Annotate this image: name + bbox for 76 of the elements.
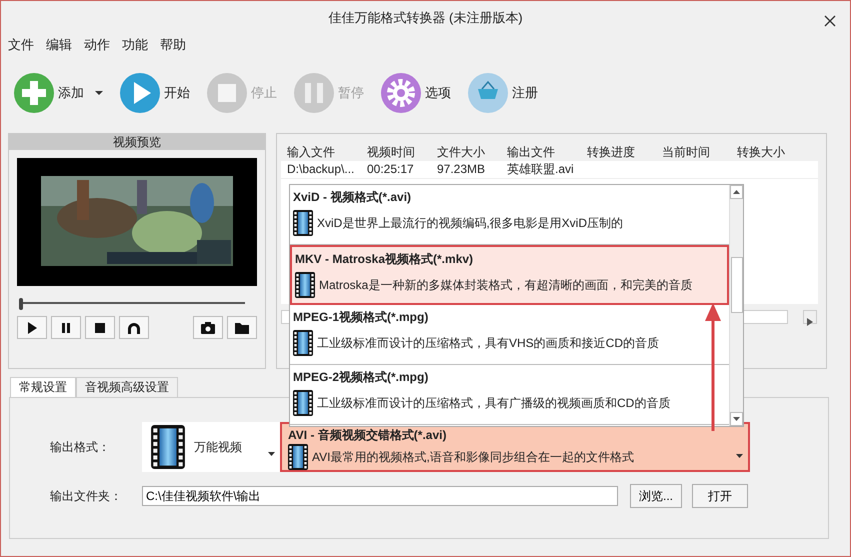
player-button[interactable] [227, 316, 257, 339]
gear-icon [380, 72, 422, 114]
table-cell-text: 00:25:17 [366, 161, 415, 178]
option-title: MPEG-2视频格式(*.mpg) [293, 369, 428, 386]
close-icon[interactable] [824, 14, 836, 27]
field-label: 输出格式： [50, 439, 111, 456]
preview-title: 视频预览 [9, 134, 265, 150]
column-header: 视频时间 [366, 144, 416, 161]
open-button[interactable]: 打开 [692, 484, 748, 508]
option-description: Matroska是一种新的多媒体封装格式，有超清晰的画面，和完美的音质 [319, 277, 692, 294]
option-description: XviD是世界上最流行的视频编码,很多电影是用XviD压制的 [317, 215, 624, 232]
option-description: 工业级标准而设计的压缩格式，具有VHS的画质和接近CD的音质 [317, 335, 660, 352]
stop-icon [206, 72, 248, 114]
down-arrow-icon [733, 417, 740, 421]
menu-item[interactable]: 文件 [8, 35, 34, 55]
film-icon [293, 210, 313, 236]
toolbar-button[interactable]: 选项 [380, 72, 451, 114]
column-header: 当前时间 [661, 144, 711, 161]
toolbar-button[interactable]: 添加 [13, 72, 103, 114]
seek-slider[interactable] [19, 298, 245, 308]
menu-item[interactable]: 功能 [122, 35, 148, 55]
table-cell-text: 英雄联盟.avi [506, 161, 575, 178]
vertical-scrollbar[interactable] [729, 185, 743, 426]
category-text: 万能视频 [194, 439, 242, 456]
camera-icon [200, 320, 216, 336]
tab[interactable]: 音视频高级设置 [76, 377, 178, 397]
up-arrow-icon [733, 190, 740, 194]
column-header: 输入文件 [286, 144, 336, 161]
format-option[interactable]: MKV - Matroska视频格式(*.mkv) Matroska是一种新的多媒体封装格式，有超清晰的画面，和完美的音质 [290, 245, 729, 305]
toolbar-button[interactable]: 注册 [467, 72, 538, 114]
table-cell-text: D:\backup\... [286, 161, 356, 178]
option-title: MPEG-1视频格式(*.mpg) [293, 309, 428, 326]
browse-button[interactable]: 浏览... [630, 484, 682, 508]
player-button[interactable] [17, 316, 47, 339]
toolbar-button[interactable]: 开始 [119, 72, 190, 114]
pause-icon [293, 72, 335, 114]
format-option[interactable]: MPEG-2视频格式(*.mpg) 工业级标准而设计的压缩格式，具有广播级的视频画质和CD的音质 [290, 365, 729, 425]
column-header: 文件大小 [436, 144, 486, 161]
format-title: AVI - 音频视频交错格式(*.avi) [288, 427, 446, 444]
scroll-down-button[interactable] [730, 412, 743, 426]
option-description: 工业级标准而设计的压缩格式，具有广播级的视频画质和CD的音质 [317, 395, 670, 412]
right-arrow-icon [807, 318, 813, 326]
format-dropdown[interactable]: AVI - 音频视频交错格式(*.avi) AVI最常用的视频格式,语音和影像同步组合在一起的文件格式 [280, 422, 750, 472]
film-icon [293, 390, 313, 416]
player-button[interactable] [51, 316, 81, 339]
option-title: XviD - 视频格式(*.avi) [293, 189, 412, 206]
menu-item[interactable]: 编辑 [46, 35, 72, 55]
scroll-right-button[interactable] [803, 310, 817, 324]
format-category-dropdown[interactable]: 万能视频 [142, 422, 280, 472]
film-icon [295, 272, 315, 298]
column-header: 输出文件 [506, 144, 556, 161]
player-button[interactable] [193, 316, 223, 339]
menu-item[interactable]: 动作 [84, 35, 110, 55]
film-icon [288, 444, 308, 470]
scroll-thumb[interactable] [731, 257, 743, 313]
player-button[interactable] [119, 316, 149, 339]
folder-field[interactable]: C:\佳佳视频软件\输出 [142, 486, 618, 506]
menu-item[interactable]: 帮助 [160, 35, 186, 55]
play-icon [119, 72, 161, 114]
basket-icon [467, 72, 509, 114]
scroll-up-button[interactable] [730, 185, 743, 199]
caret-icon [268, 452, 275, 456]
tab[interactable]: 常规设置 [10, 377, 76, 397]
option-title: MKV - Matroska视频格式(*.mkv) [295, 251, 474, 268]
column-header: 转换进度 [586, 144, 636, 161]
player-button[interactable] [85, 316, 115, 339]
plus-icon [13, 72, 55, 114]
caret-icon [736, 454, 743, 458]
film-icon [150, 425, 186, 469]
field-label: 输出文件夹： [50, 488, 123, 505]
slider-thumb[interactable] [19, 298, 23, 310]
window-title: 佳佳万能格式转换器 (未注册版本) [328, 9, 523, 28]
film-icon [293, 330, 313, 356]
table-cell-text: 97.23MB [436, 161, 486, 178]
column-header: 转换大小 [736, 144, 786, 161]
format-description: AVI最常用的视频格式,语音和影像同步组合在一起的文件格式 [312, 449, 634, 466]
